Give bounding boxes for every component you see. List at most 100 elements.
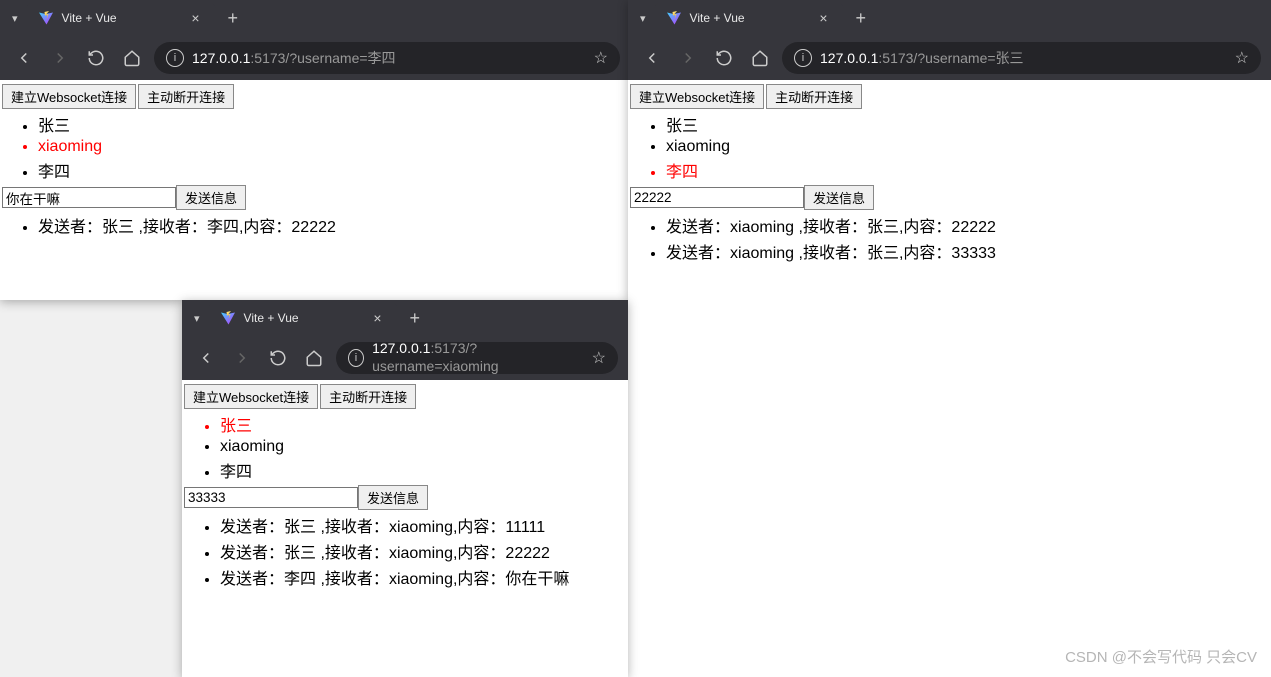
tab-title: Vite + Vue <box>62 11 180 25</box>
message-list-item: 发送者：张三 ,接收者：李四,内容：22222 <box>38 212 628 238</box>
address-bar[interactable]: i127.0.0.1:5173/?username=张三☆ <box>782 42 1261 74</box>
url-text: 127.0.0.1:5173/?username=李四 <box>192 48 396 68</box>
home-button[interactable] <box>118 44 146 72</box>
disconnect-websocket-button[interactable]: 主动断开连接 <box>138 84 234 109</box>
sender-value: 李四 <box>284 571 316 588</box>
user-list: 张三xiaoming李四 <box>630 111 1269 183</box>
sender-label: 发送者： <box>220 519 284 536</box>
tab-list-dropdown-icon[interactable]: ▾ <box>640 12 646 25</box>
content-label: ,内容： <box>453 571 505 588</box>
back-button[interactable] <box>638 44 666 72</box>
back-button[interactable] <box>10 44 38 72</box>
browser-tab[interactable]: Vite + Vue × <box>26 2 216 34</box>
tab-list-dropdown-icon[interactable]: ▾ <box>194 312 200 325</box>
reload-button[interactable] <box>82 44 110 72</box>
message-list-item: 发送者：xiaoming ,接收者：张三,内容：22222 <box>666 212 1269 238</box>
new-tab-button[interactable]: + <box>848 8 875 29</box>
home-button[interactable] <box>300 344 328 372</box>
message-list-item: 发送者：李四 ,接收者：xiaoming,内容：你在干嘛 <box>220 564 626 590</box>
vite-favicon-icon <box>666 10 682 26</box>
sender-label: 发送者： <box>38 219 102 236</box>
content-value: 33333 <box>951 245 996 262</box>
bookmark-star-icon[interactable]: ☆ <box>1235 48 1249 68</box>
window-title-bar[interactable]: ▾ Vite + Vue × + <box>0 0 630 36</box>
reload-button[interactable] <box>264 344 292 372</box>
site-info-icon[interactable]: i <box>166 49 184 67</box>
user-list-item[interactable]: xiaoming <box>220 437 626 457</box>
send-message-button[interactable]: 发送信息 <box>358 485 428 510</box>
receiver-value: xiaoming <box>389 545 453 562</box>
sender-value: 张三 <box>102 219 134 236</box>
content-value: 22222 <box>951 219 996 236</box>
forward-button[interactable] <box>46 44 74 72</box>
content-value: 22222 <box>505 545 550 562</box>
receiver-value: 李四 <box>207 219 239 236</box>
receiver-label: ,接收者： <box>316 571 389 588</box>
close-tab-icon[interactable]: × <box>815 10 831 26</box>
browser-window: ▾ Vite + Vue×+ i127.0.0.1:5173/?username=张… <box>628 0 1271 677</box>
new-tab-button[interactable]: + <box>220 8 247 29</box>
message-input[interactable] <box>184 487 358 508</box>
sender-label: 发送者： <box>220 545 284 562</box>
disconnect-websocket-button[interactable]: 主动断开连接 <box>766 84 862 109</box>
sender-value: 张三 <box>284 519 316 536</box>
content-label: ,内容： <box>453 545 505 562</box>
user-list-item[interactable]: 张三 <box>666 111 1269 137</box>
connect-websocket-button[interactable]: 建立Websocket连接 <box>184 384 318 409</box>
receiver-value: xiaoming <box>389 519 453 536</box>
user-list-item[interactable]: 李四 <box>220 457 626 483</box>
user-list-item[interactable]: xiaoming <box>38 137 628 157</box>
new-tab-button[interactable]: + <box>402 308 429 329</box>
back-button[interactable] <box>192 344 220 372</box>
user-list-item[interactable]: 李四 <box>666 157 1269 183</box>
connect-websocket-button[interactable]: 建立Websocket连接 <box>630 84 764 109</box>
sender-value: xiaoming <box>730 219 794 236</box>
send-message-button[interactable]: 发送信息 <box>804 185 874 210</box>
send-message-button[interactable]: 发送信息 <box>176 185 246 210</box>
message-list: 发送者：张三 ,接收者：xiaoming,内容：11111发送者：张三 ,接收者… <box>184 512 626 590</box>
content-value: 你在干嘛 <box>505 571 569 588</box>
sender-label: 发送者： <box>666 219 730 236</box>
bookmark-star-icon[interactable]: ☆ <box>592 348 606 368</box>
receiver-label: ,接收者： <box>316 519 389 536</box>
user-list-item[interactable]: 张三 <box>220 411 626 437</box>
window-title-bar[interactable]: ▾ Vite + Vue×+ <box>628 0 1271 36</box>
address-bar[interactable]: i127.0.0.1:5173/?username=xiaoming☆ <box>336 342 618 374</box>
close-tab-icon[interactable]: × <box>187 10 203 26</box>
page-content: 建立Websocket连接主动断开连接张三xiaoming李四发送信息发送者：x… <box>628 80 1271 677</box>
user-list-item[interactable]: xiaoming <box>666 137 1269 157</box>
connect-websocket-button[interactable]: 建立Websocket连接 <box>2 84 136 109</box>
forward-button[interactable] <box>228 344 256 372</box>
receiver-label: ,接收者： <box>794 219 867 236</box>
receiver-value: 张三 <box>867 219 899 236</box>
page-content: 建立Websocket连接主动断开连接张三xiaoming李四发送信息发送者：张… <box>0 80 630 300</box>
user-list-item[interactable]: 李四 <box>38 157 628 183</box>
disconnect-websocket-button[interactable]: 主动断开连接 <box>320 384 416 409</box>
receiver-value: 张三 <box>867 245 899 262</box>
reload-button[interactable] <box>710 44 738 72</box>
user-list-item[interactable]: 张三 <box>38 111 628 137</box>
site-info-icon[interactable]: i <box>348 349 364 367</box>
browser-tab[interactable]: Vite + Vue× <box>208 302 398 334</box>
window-title-bar[interactable]: ▾ Vite + Vue×+ <box>182 300 628 336</box>
nav-bar: i127.0.0.1:5173/?username=xiaoming☆ <box>182 336 628 380</box>
address-bar[interactable]: i 127.0.0.1:5173/?username=李四 ☆ <box>154 42 620 74</box>
browser-tab[interactable]: Vite + Vue× <box>654 2 844 34</box>
sender-label: 发送者： <box>666 245 730 262</box>
sender-value: 张三 <box>284 545 316 562</box>
forward-button[interactable] <box>674 44 702 72</box>
message-list-item: 发送者：张三 ,接收者：xiaoming,内容：22222 <box>220 538 626 564</box>
sender-label: 发送者： <box>220 571 284 588</box>
tab-list-dropdown-icon[interactable]: ▾ <box>12 12 18 25</box>
close-tab-icon[interactable]: × <box>369 310 385 326</box>
page-content: 建立Websocket连接主动断开连接张三xiaoming李四发送信息发送者：张… <box>182 380 628 677</box>
message-list: 发送者：xiaoming ,接收者：张三,内容：22222发送者：xiaomin… <box>630 212 1269 264</box>
home-button[interactable] <box>746 44 774 72</box>
message-list-item: 发送者：xiaoming ,接收者：张三,内容：33333 <box>666 238 1269 264</box>
bookmark-star-icon[interactable]: ☆ <box>594 48 608 68</box>
receiver-label: ,接收者： <box>134 219 207 236</box>
site-info-icon[interactable]: i <box>794 49 812 67</box>
message-input[interactable] <box>630 187 804 208</box>
nav-bar: i 127.0.0.1:5173/?username=李四 ☆ <box>0 36 630 80</box>
message-input[interactable] <box>2 187 176 208</box>
